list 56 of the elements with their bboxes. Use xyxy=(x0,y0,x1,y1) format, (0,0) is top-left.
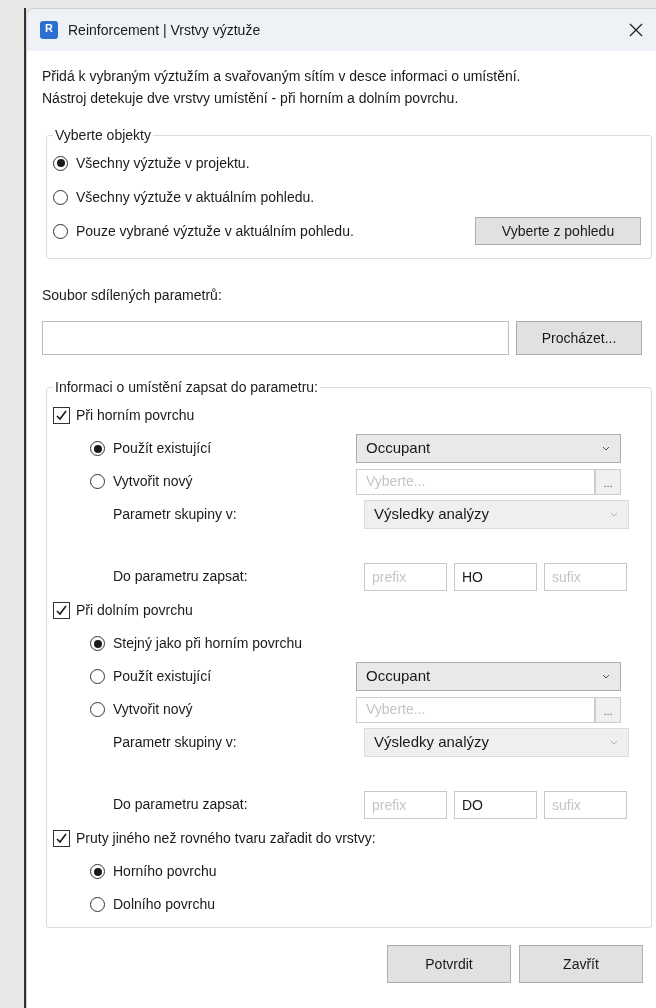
field-label: Parametr skupiny v: xyxy=(113,733,238,752)
checkbox[interactable] xyxy=(53,601,70,619)
prefix-field[interactable]: prefix xyxy=(364,790,447,819)
app-icon: R xyxy=(40,21,58,39)
window-title: Reinforcement | Vrstvy výztuže xyxy=(68,20,262,40)
radio-button[interactable] xyxy=(90,702,105,717)
browse-button[interactable]: ... xyxy=(595,696,621,723)
radio-label[interactable]: Pouze vybrané výztuže v aktuálním pohledu. xyxy=(76,220,475,242)
field-label: Parametr skupiny v: xyxy=(113,505,238,524)
radio-button[interactable] xyxy=(53,189,68,205)
description-text: Nástroj detekuje dve vrstvy umístění - při horním a dolním povrchu. xyxy=(42,89,460,108)
select-from-view-button[interactable]: Vyberte z pohledu xyxy=(475,217,641,245)
radio-label[interactable]: Použít existující xyxy=(113,438,356,459)
text-field[interactable] xyxy=(42,321,509,355)
chevron-down-icon xyxy=(610,740,618,745)
chevron-down-icon xyxy=(602,674,610,679)
radio-label[interactable]: Všechny výztuže v aktuálním pohledu. xyxy=(76,186,645,208)
radio-button[interactable] xyxy=(90,864,105,879)
radio-label[interactable]: Dolního povrchu xyxy=(113,894,356,915)
browse-button[interactable]: Procházet... xyxy=(516,321,642,355)
dropdown[interactable]: Occupant xyxy=(356,662,621,691)
checkbox-label[interactable]: Při horním povrchu xyxy=(76,404,195,426)
value-field[interactable]: DO xyxy=(454,790,537,819)
chevron-down-icon xyxy=(602,446,610,451)
value-field[interactable]: HO xyxy=(454,562,537,591)
dialog-button[interactable]: Potvrdit xyxy=(387,945,511,983)
suffix-field[interactable]: sufix xyxy=(544,790,627,819)
suffix-field[interactable]: sufix xyxy=(544,562,627,591)
field-label: Do parametru zapsat: xyxy=(113,567,249,586)
prefix-field[interactable]: prefix xyxy=(364,562,447,591)
radio-button[interactable] xyxy=(90,669,105,684)
checkbox-label[interactable]: Při dolním povrchu xyxy=(76,599,193,621)
browse-button[interactable]: ... xyxy=(595,468,621,495)
checkbox[interactable] xyxy=(53,406,70,424)
group-title: Informaci o umístění zapsat do parametru: xyxy=(54,378,319,397)
dropdown[interactable]: Occupant xyxy=(356,434,621,463)
radio-button[interactable] xyxy=(90,636,105,651)
radio-button[interactable] xyxy=(90,441,105,456)
radio-label[interactable]: Použít existující xyxy=(113,666,356,687)
dialog-button[interactable]: Zavřít xyxy=(519,945,643,983)
radio-button[interactable] xyxy=(90,897,105,912)
description-text: Přidá k vybraným výztužím a svařovaným sítím v desce informaci o umístění. xyxy=(42,67,522,86)
radio-label[interactable]: Všechny výztuže v projektu. xyxy=(76,152,645,174)
radio-button[interactable] xyxy=(90,474,105,489)
group-title: Vyberte objekty xyxy=(54,126,152,145)
radio-button[interactable] xyxy=(53,155,68,171)
field-label: Soubor sdílených parametrů: xyxy=(42,287,222,303)
radio-button[interactable] xyxy=(53,223,68,239)
checkbox-label[interactable]: Pruty jiného než rovného tvaru zařadit do vrstvy: xyxy=(76,827,376,849)
radio-label[interactable]: Vytvořit nový xyxy=(113,699,356,720)
radio-label[interactable]: Stejný jako při horním povrchu xyxy=(113,633,356,654)
radio-label[interactable]: Horního povrchu xyxy=(113,861,356,882)
radio-label[interactable]: Vytvořit nový xyxy=(113,471,356,492)
field-label: Do parametru zapsat: xyxy=(113,795,249,814)
chevron-down-icon xyxy=(610,512,618,517)
checkbox[interactable] xyxy=(53,829,70,847)
